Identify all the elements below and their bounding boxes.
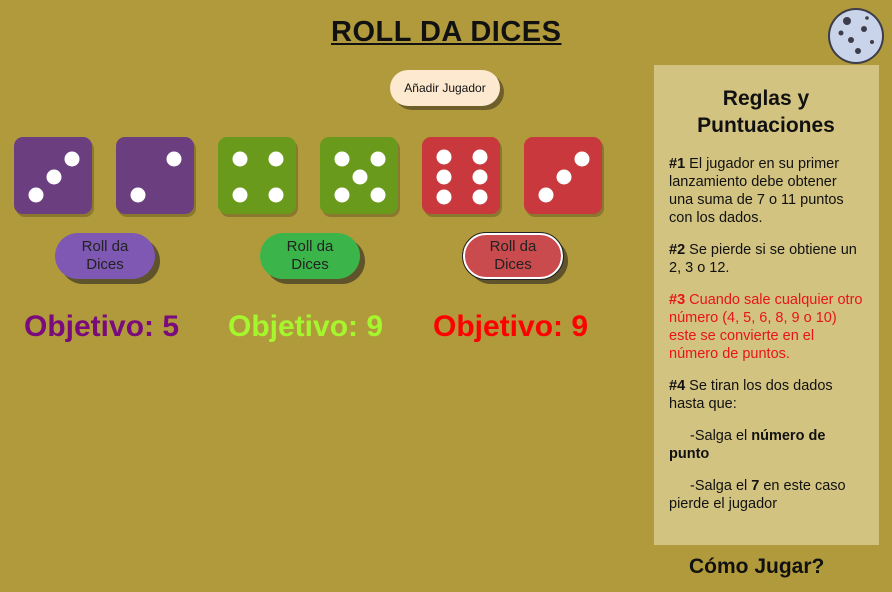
die-pip	[352, 169, 368, 185]
roll-button-player-2[interactable]: Roll da Dices	[260, 233, 360, 279]
die-player-3-2	[524, 137, 604, 217]
rule-2-text: Se pierde si se obtiene un 2, 3 o 12.	[669, 242, 857, 276]
roll-button-label: Roll da Dices	[489, 238, 537, 273]
roll-button-label: Roll da Dices	[286, 238, 334, 273]
how-to-play-link[interactable]: Cómo Jugar?	[689, 555, 824, 579]
die-player-2-2	[320, 137, 400, 217]
rule-1: #1 El jugador en su primer lanzamiento d…	[669, 155, 863, 227]
rule-4-sub-2-pre: -Salga el	[690, 478, 752, 494]
die-pip	[268, 187, 284, 203]
die-player-1-2	[116, 137, 196, 217]
die-pip	[268, 151, 284, 167]
rule-4-sub-1-pre: -Salga el	[690, 428, 752, 444]
rule-4: #4 Se tiran los dos dados hasta que:	[669, 377, 863, 413]
die-pip	[472, 189, 488, 205]
die-face	[116, 137, 194, 214]
die-pip	[46, 169, 62, 185]
die-pip	[64, 151, 80, 167]
rules-title: Reglas y Puntuaciones	[697, 87, 835, 137]
die-pip	[436, 169, 452, 185]
die-face	[218, 137, 296, 214]
rule-2-number: #2	[669, 242, 686, 258]
rule-2: #2 Se pierde si se obtiene un 2, 3 o 12.	[669, 241, 863, 277]
die-pip	[334, 187, 350, 203]
die-pip	[370, 151, 386, 167]
die-pip	[232, 151, 248, 167]
die-pip	[538, 187, 554, 203]
objective-player-3: Objetivo: 9	[433, 310, 589, 343]
die-player-3-1	[422, 137, 502, 217]
die-pip	[472, 169, 488, 185]
rule-4-sub-2: -Salga el 7 en este caso pierde el jugad…	[669, 477, 863, 513]
die-pip	[556, 169, 572, 185]
objective-player-1: Objetivo: 5	[24, 310, 180, 343]
objective-player-2: Objetivo: 9	[228, 310, 384, 343]
die-pip	[130, 187, 146, 203]
die-pip	[436, 189, 452, 205]
die-player-1-1	[14, 137, 94, 217]
rule-3: #3 Cuando sale cualquier otro número (4,…	[669, 291, 863, 363]
die-pip	[232, 187, 248, 203]
roll-button-player-1[interactable]: Roll da Dices	[55, 233, 155, 279]
rule-4-text: Se tiran los dos dados hasta que:	[669, 378, 833, 412]
die-pip	[574, 151, 590, 167]
rule-3-number: #3	[669, 292, 686, 308]
die-face	[422, 137, 500, 214]
rules-panel: Reglas y Puntuaciones #1 El jugador en s…	[654, 65, 879, 545]
die-pip	[334, 151, 350, 167]
die-pip	[166, 151, 182, 167]
rule-1-number: #1	[669, 156, 686, 172]
add-player-button[interactable]: Añadir Jugador	[390, 70, 500, 106]
rule-1-text: El jugador en su primer lanzamiento debe…	[669, 156, 844, 226]
page-title: ROLL DA DICES	[331, 16, 562, 48]
die-pip	[436, 149, 452, 165]
rule-4-sub-1: -Salga el número de punto	[669, 427, 863, 463]
die-pip	[370, 187, 386, 203]
die-player-2-1	[218, 137, 298, 217]
die-pip	[28, 187, 44, 203]
moon-icon[interactable]	[827, 7, 885, 65]
rule-3-text: Cuando sale cualquier otro número (4, 5,…	[669, 292, 863, 362]
rule-4-number: #4	[669, 378, 686, 394]
roll-button-player-3[interactable]: Roll da Dices	[462, 232, 564, 280]
die-pip	[472, 149, 488, 165]
roll-button-label: Roll da Dices	[81, 238, 129, 273]
